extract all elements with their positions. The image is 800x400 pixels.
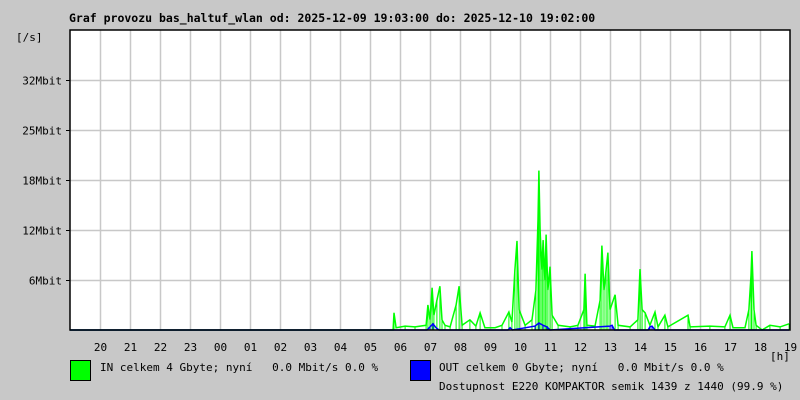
y-tick-label: 6Mbit: [29, 275, 62, 288]
x-tick-label: 02: [274, 341, 287, 354]
y-tick-label: 25Mbit: [22, 125, 62, 138]
legend-in-text: IN celkem 4 Gbyte; nyní 0.0 Mbit/s 0.0 %: [100, 361, 379, 374]
x-tick-label: 22: [154, 341, 167, 354]
x-tick-label: 10: [514, 341, 527, 354]
y-axis-ticks: 6Mbit 12Mbit 18Mbit 25Mbit 32Mbit: [22, 75, 70, 288]
x-tick-label: 17: [724, 341, 737, 354]
x-tick-label: 00: [214, 341, 227, 354]
x-tick-label: 14: [634, 341, 648, 354]
x-tick-label: 08: [454, 341, 467, 354]
x-tick-label: 11: [544, 341, 557, 354]
x-tick-label: 05: [364, 341, 377, 354]
legend-out-swatch: [410, 360, 431, 381]
x-axis-ticks: 20 21 22 23 00 01 02 03 04 05 06 07 08 09 10 11 12 13 14 15…: [94, 341, 797, 354]
x-tick-label: 01: [244, 341, 257, 354]
y-tick-label: 12Mbit: [22, 225, 62, 238]
x-tick-label: 07: [424, 341, 437, 354]
x-tick-label: 18: [754, 341, 767, 354]
x-tick-label: 21: [124, 341, 137, 354]
x-tick-label: 04: [334, 341, 348, 354]
availability-text: Dostupnost E220 KOMPAKTOR semik 1439 z 1…: [439, 380, 783, 393]
x-tick-label: 16: [694, 341, 707, 354]
legend-in-swatch: [70, 360, 91, 381]
y-axis-unit-label: [/s]: [16, 31, 43, 44]
x-tick-label: 20: [94, 341, 107, 354]
x-tick-label: 15: [664, 341, 677, 354]
traffic-chart: Graf provozu bas_haltuf_wlan od: 2025-12…: [16, 11, 797, 393]
x-tick-label: 03: [304, 341, 317, 354]
x-tick-label: 23: [184, 341, 197, 354]
x-axis-unit-label: [h]: [770, 350, 790, 363]
chart-title: Graf provozu bas_haltuf_wlan od: 2025-12…: [69, 11, 595, 26]
y-tick-label: 18Mbit: [22, 175, 62, 188]
legend-out-text: OUT celkem 0 Gbyte; nyní 0.0 Mbit/s 0.0 …: [439, 361, 724, 374]
x-tick-label: 13: [604, 341, 617, 354]
x-tick-label: 06: [394, 341, 407, 354]
x-tick-label: 12: [574, 341, 587, 354]
y-tick-label: 32Mbit: [22, 75, 62, 88]
x-tick-label: 09: [484, 341, 497, 354]
